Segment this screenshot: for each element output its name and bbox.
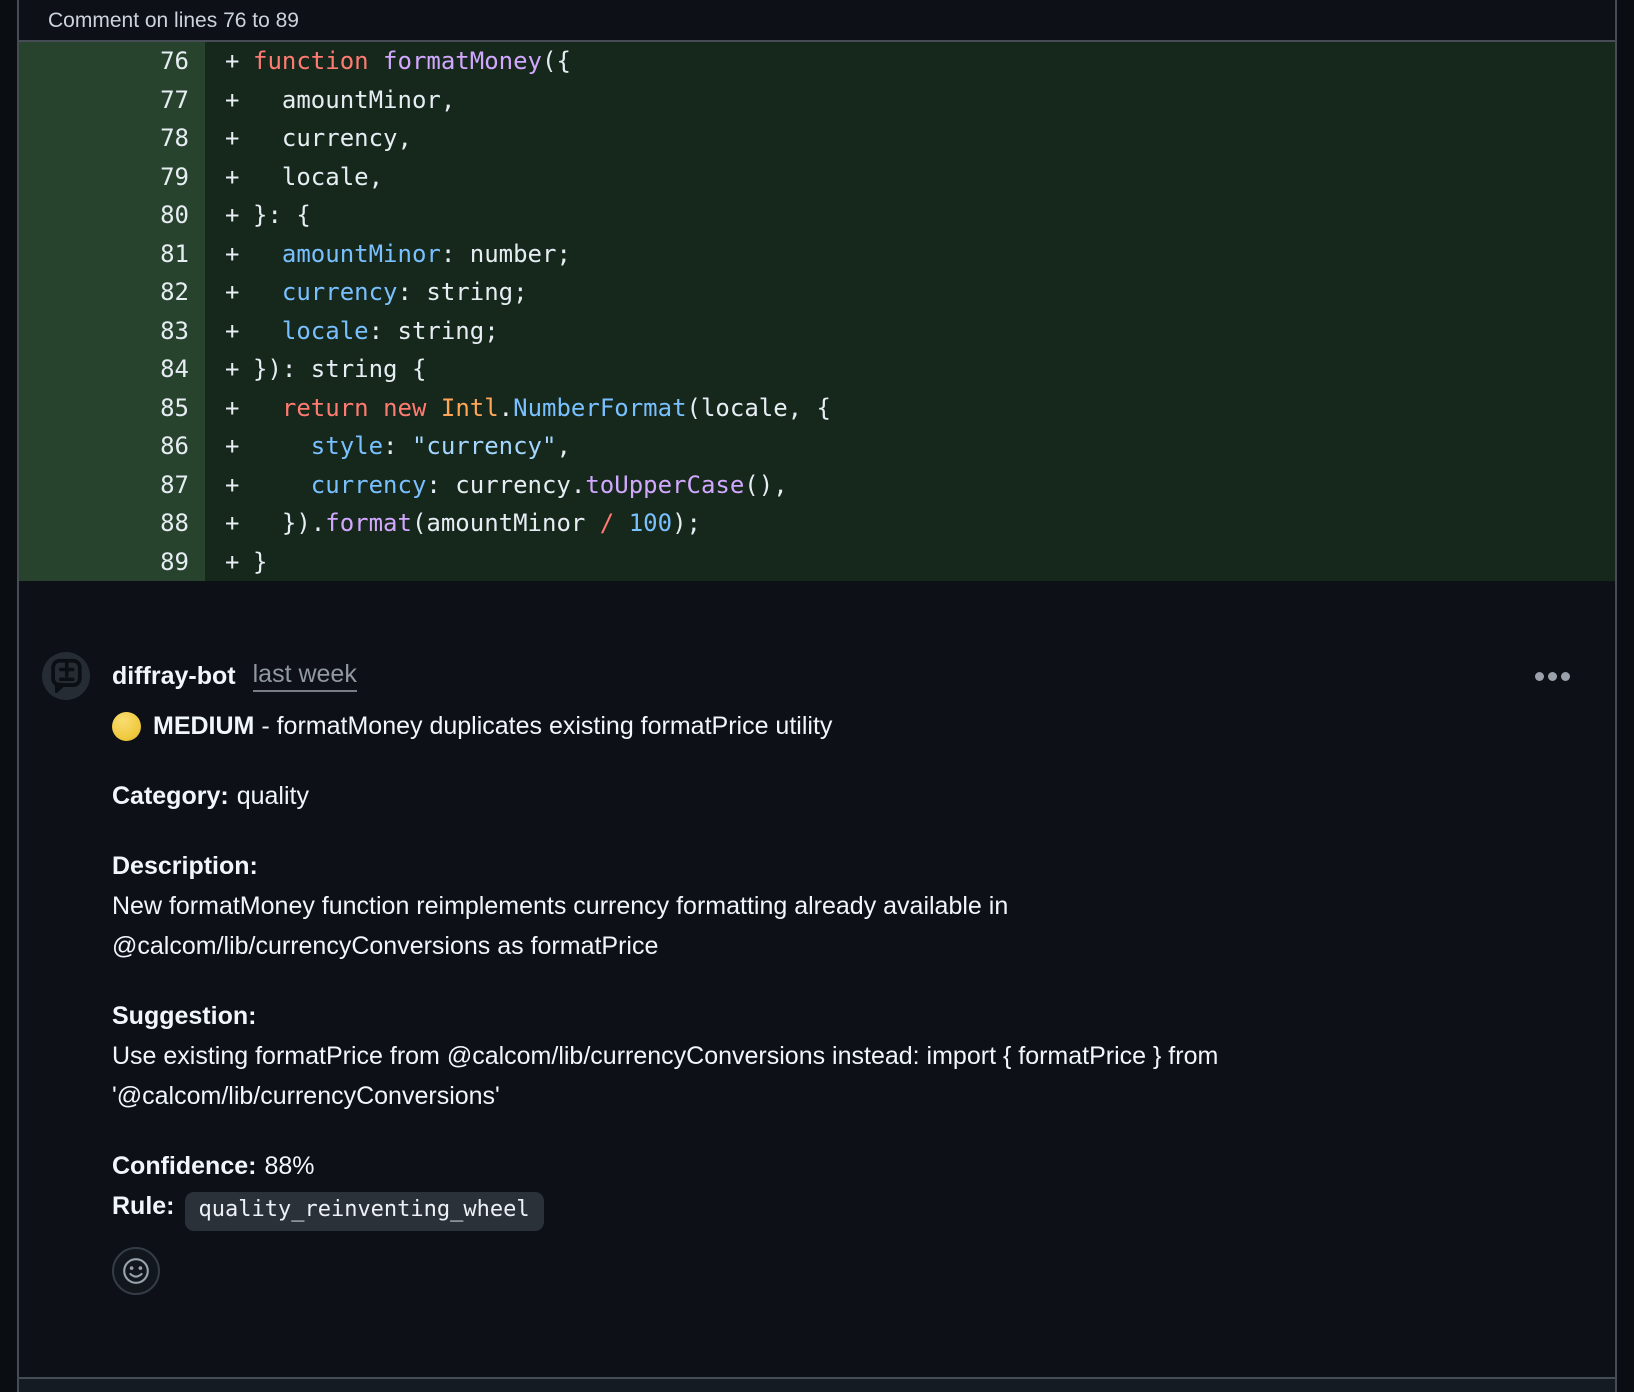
description-label: Description: (112, 846, 1615, 886)
bot-avatar[interactable] (42, 652, 90, 700)
diff-line-76: 76+function formatMoney({ (19, 42, 1615, 81)
severity-label: MEDIUM (153, 712, 254, 740)
diff-line-85: 85+ return new Intl.NumberFormat(locale,… (19, 389, 1615, 428)
code-line-content: + amountMinor, (205, 81, 1615, 120)
line-number[interactable]: 86 (19, 427, 205, 466)
suggestion-text-line1: Use existing formatPrice from @calcom/li… (112, 1036, 1615, 1076)
addition-sign: + (225, 81, 253, 120)
comment-author-link[interactable]: diffray-bot (112, 662, 236, 691)
line-number[interactable]: 89 (19, 543, 205, 582)
severity-summary: - formatMoney duplicates existing format… (261, 712, 832, 740)
suggestion-text-line2: '@calcom/lib/currencyConversions' (112, 1076, 1615, 1116)
addition-sign: + (225, 543, 253, 582)
addition-sign: + (225, 466, 253, 505)
suggestion-block: Suggestion: Use existing formatPrice fro… (112, 996, 1615, 1116)
diff-line-79: 79+ locale, (19, 158, 1615, 197)
thread-frame: Comment on lines 76 to 89 76+function fo… (17, 0, 1617, 1392)
comment-section: diffray-bot last week MEDIUM - formatMon… (19, 581, 1615, 1295)
category-label: Category: (112, 782, 229, 810)
rule-row: Rule: quality_reinventing_wheel (112, 1186, 1615, 1231)
addition-sign: + (225, 119, 253, 158)
comment-timestamp-link[interactable]: last week (253, 660, 357, 692)
addition-sign: + (225, 350, 253, 389)
diff-line-87: 87+ currency: currency.toUpperCase(), (19, 466, 1615, 505)
diff-code-block: 76+function formatMoney({77+ amountMinor… (19, 42, 1615, 581)
confidence-rule-block: Confidence: 88% Rule: quality_reinventing_… (112, 1146, 1615, 1231)
addition-sign: + (225, 42, 253, 81)
addition-sign: + (225, 312, 253, 351)
addition-sign: + (225, 196, 253, 235)
line-number[interactable]: 80 (19, 196, 205, 235)
code-line-content: + }).format(amountMinor / 100); (205, 504, 1615, 543)
line-number[interactable]: 83 (19, 312, 205, 351)
diff-line-81: 81+ amountMinor: number; (19, 235, 1615, 274)
diff-line-84: 84+}): string { (19, 350, 1615, 389)
line-number[interactable]: 85 (19, 389, 205, 428)
suggestion-label: Suggestion: (112, 996, 1615, 1036)
code-line-content: +}): string { (205, 350, 1615, 389)
line-number[interactable]: 88 (19, 504, 205, 543)
confidence-row: Confidence: 88% (112, 1146, 1615, 1186)
addition-sign: + (225, 504, 253, 543)
diff-line-82: 82+ currency: string; (19, 273, 1615, 312)
code-line-content: + currency: currency.toUpperCase(), (205, 466, 1615, 505)
code-review-bot-icon (44, 654, 88, 698)
code-line-content: + currency, (205, 119, 1615, 158)
yellow-circle-emoji (112, 712, 141, 741)
addition-sign: + (225, 427, 253, 466)
code-line-content: +}: { (205, 196, 1615, 235)
code-line-content: + amountMinor: number; (205, 235, 1615, 274)
description-block: Description: New formatMoney function re… (112, 846, 1615, 966)
code-line-content: +} (205, 543, 1615, 582)
smiley-icon (121, 1256, 151, 1286)
line-number[interactable]: 77 (19, 81, 205, 120)
category-value: quality (237, 782, 309, 810)
diff-line-88: 88+ }).format(amountMinor / 100); (19, 504, 1615, 543)
add-reaction-button[interactable] (112, 1247, 160, 1295)
code-line-content: + return new Intl.NumberFormat(locale, { (205, 389, 1615, 428)
addition-sign: + (225, 389, 253, 428)
kebab-menu-icon (1535, 672, 1570, 681)
code-line-content: +function formatMoney({ (205, 42, 1615, 81)
description-text-line2: @calcom/lib/currencyConversions as forma… (112, 926, 1615, 966)
category-row: Category: quality (112, 776, 1615, 816)
severity-line: MEDIUM - formatMoney duplicates existing… (112, 706, 1615, 746)
diff-line-80: 80+}: { (19, 196, 1615, 235)
review-comment-card: Comment on lines 76 to 89 76+function fo… (0, 0, 1634, 1392)
confidence-value: 88% (264, 1152, 314, 1180)
diff-line-86: 86+ style: "currency", (19, 427, 1615, 466)
line-number[interactable]: 87 (19, 466, 205, 505)
code-line-content: + locale, (205, 158, 1615, 197)
rule-label: Rule: (112, 1192, 175, 1220)
comment-options-button[interactable] (1533, 666, 1572, 687)
comment-body: MEDIUM - formatMoney duplicates existing… (112, 706, 1615, 1295)
line-number[interactable]: 81 (19, 235, 205, 274)
comment-range-label: Comment on lines 76 to 89 (48, 9, 299, 32)
line-number[interactable]: 76 (19, 42, 205, 81)
comment-head: diffray-bot last week (42, 652, 1615, 700)
addition-sign: + (225, 273, 253, 312)
code-line-content: + locale: string; (205, 312, 1615, 351)
code-line-content: + style: "currency", (205, 427, 1615, 466)
confidence-label: Confidence: (112, 1152, 256, 1180)
code-line-content: + currency: string; (205, 273, 1615, 312)
addition-sign: + (225, 235, 253, 274)
comment-header: Comment on lines 76 to 89 (19, 0, 1615, 42)
line-number[interactable]: 79 (19, 158, 205, 197)
next-section-divider (19, 1377, 1615, 1392)
line-number[interactable]: 82 (19, 273, 205, 312)
line-number[interactable]: 78 (19, 119, 205, 158)
diff-line-77: 77+ amountMinor, (19, 81, 1615, 120)
diff-line-89: 89+} (19, 543, 1615, 582)
diff-line-83: 83+ locale: string; (19, 312, 1615, 351)
diff-line-78: 78+ currency, (19, 119, 1615, 158)
description-text-line1: New formatMoney function reimplements cu… (112, 886, 1615, 926)
line-number[interactable]: 84 (19, 350, 205, 389)
rule-code-badge: quality_reinventing_wheel (185, 1192, 544, 1231)
addition-sign: + (225, 158, 253, 197)
